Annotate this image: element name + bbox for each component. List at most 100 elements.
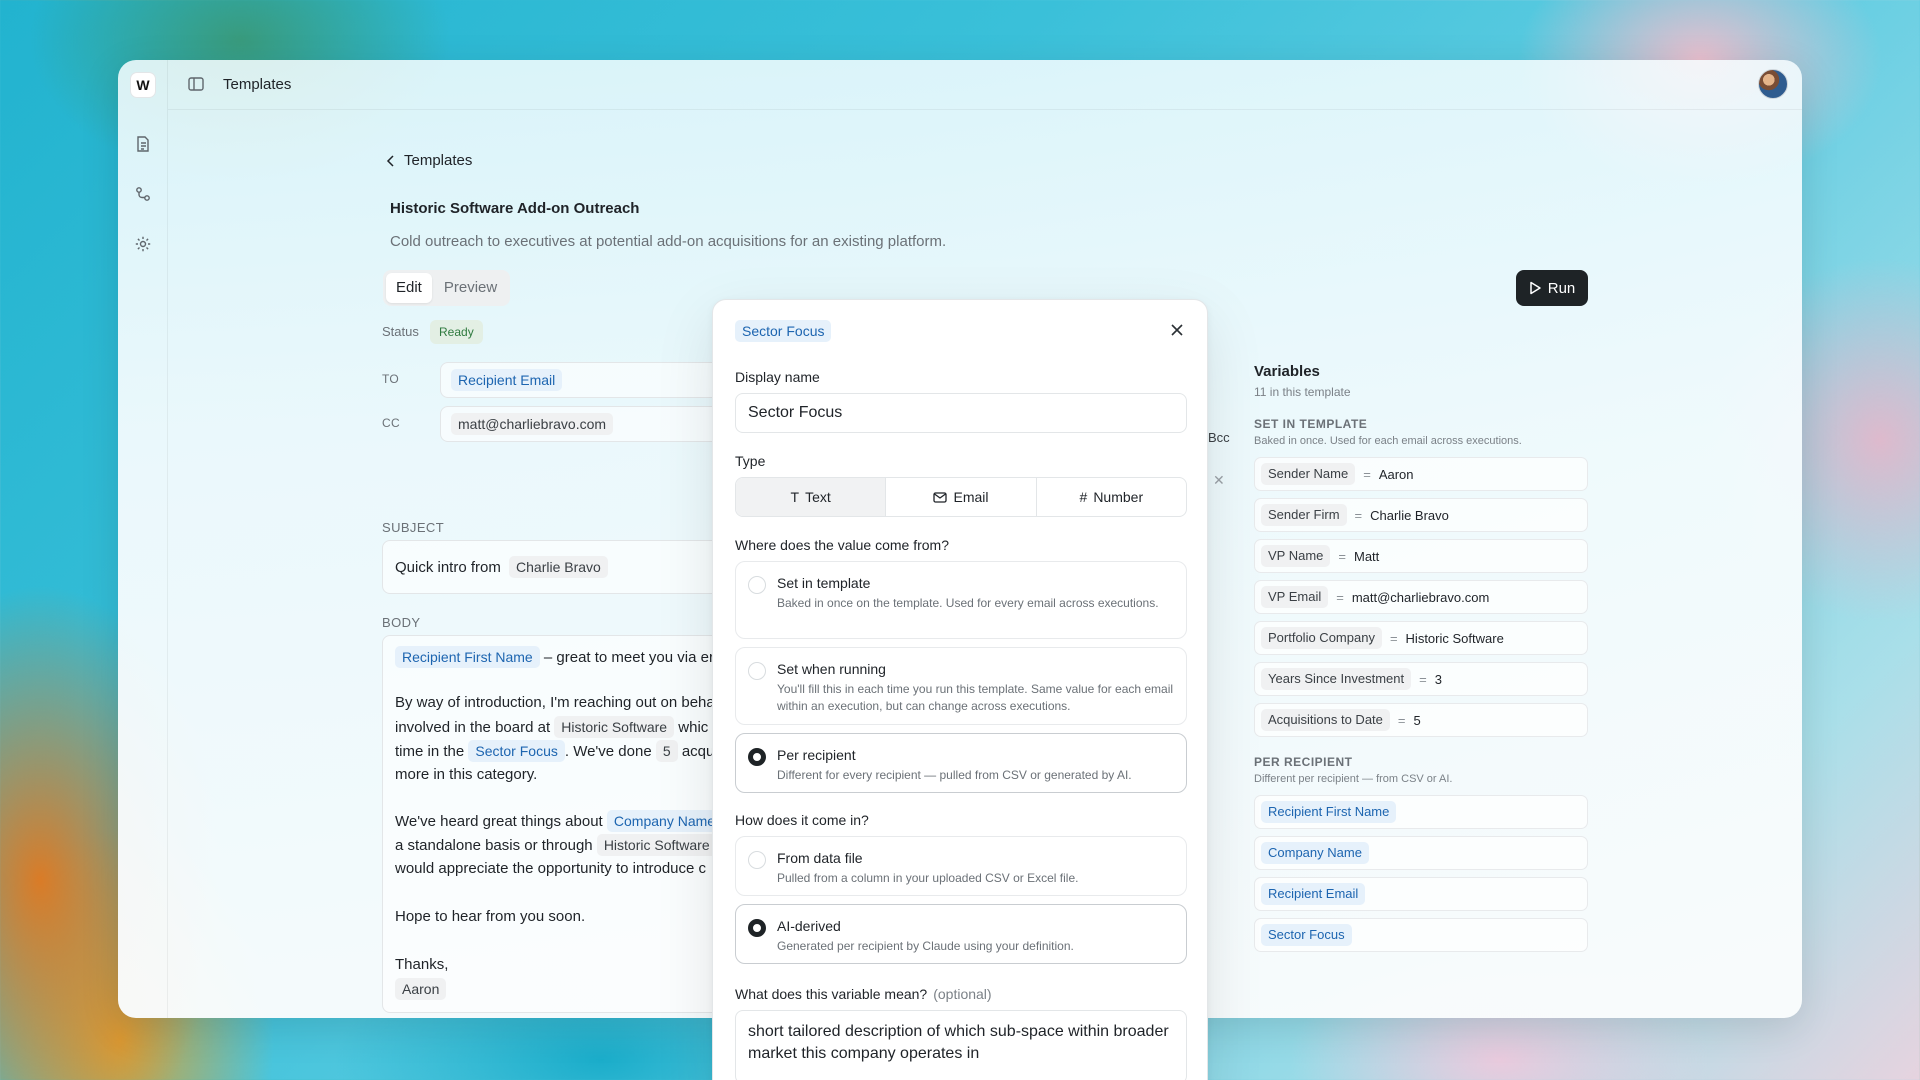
body-line: time in the Sector Focus. We've done 5 a… (395, 740, 714, 762)
variable-chip[interactable]: 5 (655, 740, 678, 762)
gear-icon[interactable] (133, 234, 153, 254)
display-name-input[interactable]: Sector Focus (735, 393, 1187, 433)
type-option-label: Number (1093, 489, 1144, 505)
app-logo[interactable]: W (130, 72, 156, 98)
run-button[interactable]: Run (1516, 270, 1588, 306)
variable-key: Sender Firm (1261, 504, 1347, 526)
variable-value: Charlie Bravo (1370, 507, 1449, 523)
radio-button[interactable] (748, 851, 766, 869)
status-label: Status (382, 324, 419, 339)
display-name-label: Display name (735, 369, 820, 385)
avatar[interactable] (1758, 69, 1788, 99)
page-title: Historic Software Add-on Outreach (390, 200, 640, 217)
body-line: Hope to hear from you soon. (395, 908, 586, 925)
variable-chip[interactable]: Company Name (606, 810, 723, 832)
to-recipient-chip[interactable]: Recipient Email (451, 369, 563, 391)
variable-row[interactable]: Recipient First Name (1254, 795, 1588, 829)
variable-row[interactable]: VP Email = matt@charliebravo.com (1254, 580, 1588, 614)
document-icon[interactable] (133, 134, 153, 154)
source-option-per-recipient[interactable]: Per recipient Different for every recipi… (735, 733, 1187, 793)
variable-key: Years Since Investment (1261, 668, 1412, 690)
play-icon (1529, 281, 1541, 295)
variable-chip: Sector Focus (1261, 924, 1352, 946)
body-text: whic (678, 719, 709, 736)
variable-value: matt@charliebravo.com (1351, 589, 1490, 605)
option-title: Set when running (777, 661, 886, 677)
option-description: Generated per recipient by Claude using … (777, 939, 1074, 953)
tab-edit[interactable]: Edit (386, 273, 432, 303)
body-text: involved in the board at (395, 719, 551, 736)
status-badge: Ready (430, 320, 483, 344)
variable-row[interactable]: Sender Name = Aaron (1254, 457, 1588, 491)
close-icon[interactable] (1165, 318, 1189, 342)
type-option-email[interactable]: Email (886, 478, 1037, 516)
set-in-template-desc: Baked in once. Used for each email acros… (1254, 435, 1522, 447)
source-label: Where does the value come from? (735, 537, 949, 553)
type-option-number[interactable]: # Number (1037, 478, 1186, 516)
source-option-set-when-running[interactable]: Set when running You'll fill this in eac… (735, 647, 1187, 725)
variable-value: 5 (1413, 712, 1421, 728)
option-description: You'll fill this in each time you run th… (777, 682, 1174, 713)
variable-row[interactable]: Company Name (1254, 836, 1588, 870)
subject-label: SUBJECT (382, 520, 445, 535)
variable-row[interactable]: Recipient Email (1254, 877, 1588, 911)
edit-preview-tabs: Edit Preview (383, 270, 511, 306)
option-description: Baked in once on the template. Used for … (777, 596, 1159, 610)
radio-button[interactable] (748, 576, 766, 594)
variable-chip[interactable]: Historic Software (554, 716, 675, 738)
variable-row[interactable]: VP Name = Matt (1254, 539, 1588, 573)
body-text: a standalone basis or through (395, 837, 593, 854)
input-method-label: How does it come in? (735, 812, 869, 828)
radio-button[interactable] (748, 919, 766, 937)
variable-chip[interactable]: Historic Software (596, 834, 717, 856)
workflow-icon[interactable] (133, 184, 153, 204)
set-in-template-label: SET IN TEMPLATE (1254, 417, 1368, 431)
option-title: Per recipient (777, 747, 856, 763)
variable-chip: Recipient First Name (1261, 801, 1397, 823)
meaning-label: What does this variable mean? (optional) (735, 986, 992, 1002)
body-text: time in the (395, 743, 465, 760)
variable-row[interactable]: Years Since Investment = 3 (1254, 662, 1588, 696)
variable-row[interactable]: Sender Firm = Charlie Bravo (1254, 498, 1588, 532)
variable-row[interactable]: Acquisitions to Date = 5 (1254, 703, 1588, 737)
radio-button[interactable] (748, 662, 766, 680)
subject-variable-chip[interactable]: Charlie Bravo (509, 556, 608, 578)
variable-chip[interactable]: Sector Focus (468, 740, 565, 762)
per-recipient-desc: Different per recipient — from CSV or AI… (1254, 773, 1453, 785)
input-option-ai-derived[interactable]: AI-derived Generated per recipient by Cl… (735, 904, 1187, 964)
cc-email-chip[interactable]: matt@charliebravo.com (451, 413, 614, 435)
body-line: would appreciate the opportunity to intr… (395, 860, 707, 877)
variable-value: Matt (1354, 548, 1380, 564)
meaning-textarea[interactable]: short tailored description of which sub-… (735, 1010, 1187, 1080)
variable-row[interactable]: Portfolio Company = Historic Software (1254, 621, 1588, 655)
variable-chip[interactable]: Aaron (395, 978, 447, 1000)
tab-preview[interactable]: Preview (434, 273, 507, 303)
bcc-toggle[interactable]: Bcc (1208, 430, 1230, 445)
type-option-label: Text (805, 489, 831, 505)
variable-key: Acquisitions to Date (1261, 709, 1390, 731)
variable-row[interactable]: Sector Focus (1254, 918, 1588, 952)
page-description: Cold outreach to executives at potential… (390, 233, 947, 250)
variable-chip: Company Name (1261, 842, 1369, 864)
variables-title: Variables (1254, 363, 1320, 380)
body-line: more in this category. (395, 766, 538, 783)
radio-button[interactable] (748, 748, 766, 766)
variable-key: Sender Name (1261, 463, 1356, 485)
body-line: involved in the board at Historic Softwa… (395, 716, 708, 738)
input-option-data-file[interactable]: From data file Pulled from a column in y… (735, 836, 1187, 896)
back-link[interactable]: Templates (386, 152, 472, 169)
type-selector: T Text Email # Number (735, 477, 1187, 517)
to-label: TO (382, 372, 400, 386)
dialog-variable-chip: Sector Focus (735, 320, 832, 342)
mail-icon (933, 491, 948, 503)
close-icon[interactable]: ✕ (1213, 472, 1225, 489)
type-option-text[interactable]: T Text (736, 478, 887, 516)
sidebar-toggle-icon[interactable] (187, 75, 207, 95)
variable-chip[interactable]: Recipient First Name (395, 646, 540, 668)
nav-rail: W (118, 60, 168, 1018)
run-button-label: Run (1547, 279, 1576, 297)
source-option-set-in-template[interactable]: Set in template Baked in once on the tem… (735, 561, 1187, 639)
subject-text: Quick intro from (395, 559, 501, 576)
option-description: Different for every recipient — pulled f… (777, 768, 1132, 782)
topbar-title: Templates (223, 76, 292, 93)
